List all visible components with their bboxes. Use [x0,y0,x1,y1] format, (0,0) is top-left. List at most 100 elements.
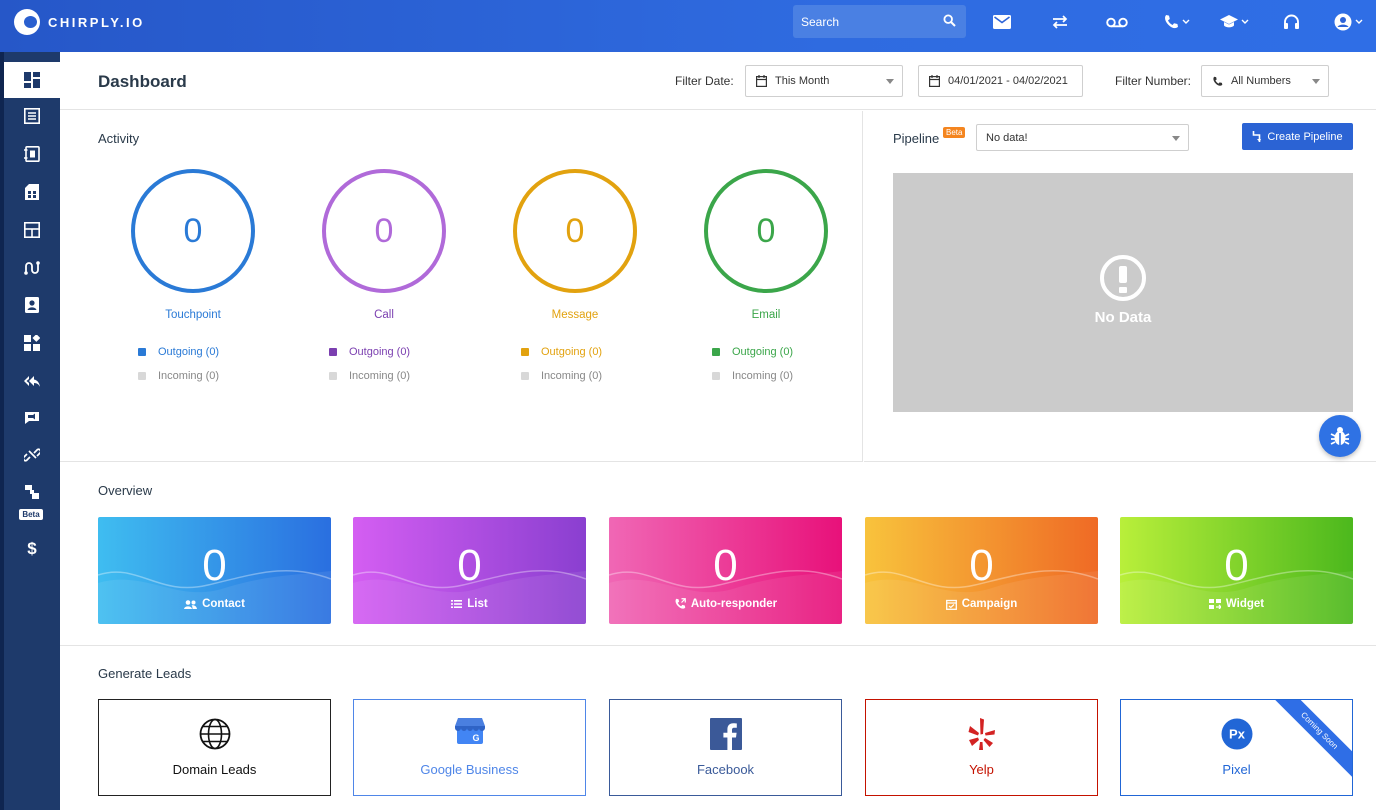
svg-text:$: $ [27,539,37,557]
touchpoint-outgoing: Outgoing (0) [138,346,219,358]
sidebar-item-phonebook[interactable] [4,136,60,172]
phone-menu-icon[interactable] [1158,11,1194,33]
megaphone-icon [25,412,39,424]
overview-card-campaign[interactable]: 0 Campaign [865,517,1098,624]
sidebar-item-contacts[interactable] [4,287,60,323]
touchpoint-count: 0 [131,169,255,293]
lead-pixel[interactable]: Coming Soon Px Pixel [1120,699,1353,796]
chevron-down-icon [886,79,894,84]
overview-card-label: Contact [98,598,331,610]
widget-icon [1208,599,1221,609]
contact-card-icon [25,297,39,313]
brand-logo[interactable]: CHIRPLY.IO [14,9,145,35]
date-range-picker[interactable]: 04/01/2021 - 04/02/2021 [918,65,1083,97]
legend-swatch [138,372,146,380]
google-business-label: Google Business [420,762,519,777]
domain-leads-label: Domain Leads [172,762,257,777]
search-icon[interactable] [943,14,956,32]
integration-icon [25,485,39,499]
pipeline-beta-badge: Beta [943,127,966,138]
dashboard-icon [24,72,40,88]
list-detail-icon [24,108,40,124]
overview-panel: Overview 0 Contact 0 List 0 Auto-respond… [60,462,1376,646]
alert-icon [1100,255,1146,301]
yelp-icon [968,718,995,750]
pipeline-select[interactable]: No data! [976,124,1189,151]
bug-report-button[interactable] [1319,415,1361,457]
page-title: Dashboard [98,72,187,91]
sidebar-item-billing[interactable]: $ [4,530,60,566]
email-label: Email [751,309,781,321]
legend-label: Outgoing [349,346,394,358]
overview-card-list[interactable]: 0 List [353,517,586,624]
date-range-value: 04/01/2021 - 04/02/2021 [948,75,1068,87]
sidebar-item-contacts-list[interactable] [4,98,60,134]
account-icon[interactable] [1330,11,1366,33]
sidebar-item-campaigns[interactable] [4,400,60,436]
legend-label: Incoming [732,370,777,382]
widget-label: Widget [1225,598,1265,610]
svg-text:G: G [472,733,479,743]
chevron-down-icon [1172,136,1180,141]
lead-icon-wrap: Px [1121,718,1352,750]
filter-number-select[interactable]: All Numbers [1201,65,1329,97]
sidebar-item-layout[interactable] [4,212,60,248]
transfer-icon[interactable] [1045,11,1075,33]
email-count: 0 [704,169,828,293]
sidebar-item-replies[interactable] [4,364,60,400]
message-incoming: Incoming (0) [521,370,602,382]
create-pipeline-button[interactable]: Create Pipeline [1242,123,1353,150]
touchpoint-incoming: Incoming (0) [138,370,219,382]
phone-icon [1213,76,1223,86]
legend-count: (0) [588,370,603,382]
sidebar-beta-badge: Beta [19,509,43,520]
filter-date-select[interactable]: This Month [745,65,903,97]
list-count: 0 [457,541,482,590]
legend-label: Outgoing [732,346,777,358]
overview-card-contact[interactable]: 0 Contact [98,517,331,624]
widget-count: 0 [1224,541,1249,590]
message-label: Message [551,309,599,321]
overview-card-label: Campaign [865,598,1098,610]
pipeline-panel: Pipeline Beta No data! Create Pipeline N… [864,111,1376,462]
email-incoming: Incoming (0) [712,370,793,382]
mail-icon[interactable] [987,11,1017,33]
legend-count: (0) [779,346,794,358]
lead-icon-wrap: G [354,718,585,744]
legend-swatch [712,372,720,380]
overview-card-label: Widget [1120,598,1353,610]
sidebar-item-widgets[interactable] [4,325,60,361]
overview-card-auto-responder[interactable]: 0 Auto-responder [609,517,842,624]
message-count: 0 [513,169,637,293]
pipeline-title: Pipeline [893,131,940,146]
overview-card-widget[interactable]: 0 Widget [1120,517,1353,624]
filter-date-label: Filter Date: [675,74,734,88]
call-count: 0 [322,169,446,293]
voicemail-icon[interactable] [1102,11,1132,33]
auto-responder-label: Auto-responder [690,598,778,610]
legend-label: Incoming [158,370,203,382]
search-input[interactable] [793,5,933,38]
sidebar-item-dashboard[interactable] [4,62,60,98]
sidebar-item-flows[interactable] [4,250,60,286]
legend-label: Incoming [349,370,394,382]
lead-facebook[interactable]: Facebook [609,699,842,796]
contacts-icon [184,599,198,609]
sidebar-item-links[interactable] [4,437,60,473]
lead-domain-leads[interactable]: Domain Leads [98,699,331,796]
lead-yelp[interactable]: Yelp [865,699,1098,796]
lead-google-business[interactable]: G Google Business [353,699,586,796]
sidebar-item-numbers[interactable] [4,174,60,210]
headset-icon[interactable] [1276,11,1306,33]
leads-title: Generate Leads [98,666,192,681]
calendar-icon [756,75,767,87]
message-outgoing: Outgoing (0) [521,346,602,358]
generate-leads-panel: Generate Leads Domain Leads G Google Bus… [60,646,1376,810]
sidebar-item-integrations[interactable] [4,474,60,510]
legend-swatch [521,372,529,380]
bug-icon [1330,427,1350,445]
academy-icon[interactable] [1216,11,1252,33]
chevron-down-icon [1312,79,1320,84]
filter-number-label: Filter Number: [1115,74,1192,88]
legend-label: Outgoing [541,346,586,358]
